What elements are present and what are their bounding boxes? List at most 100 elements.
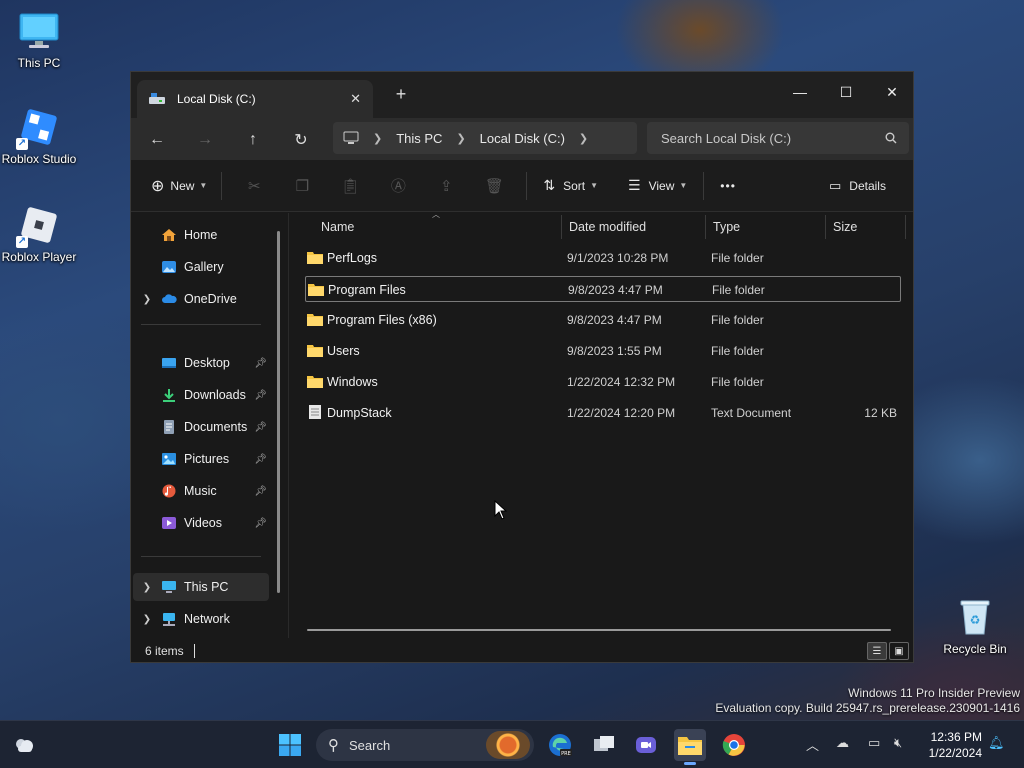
- column-divider[interactable]: [561, 215, 562, 239]
- desktop-icon-roblox-studio[interactable]: ↗ Roblox Studio: [0, 106, 79, 166]
- folder-icon: [307, 252, 323, 264]
- horizontal-scrollbar[interactable]: [307, 629, 891, 631]
- file-type: File folder: [712, 283, 765, 297]
- file-row[interactable]: DumpStack 1/22/2024 12:20 PM Text Docume…: [305, 400, 901, 426]
- column-header-type[interactable]: Type: [713, 213, 740, 241]
- chevron-right-icon[interactable]: ❯: [133, 614, 161, 625]
- sidebar-item-onedrive[interactable]: ❯ OneDrive: [133, 285, 269, 313]
- file-row[interactable]: Program Files 9/8/2023 4:47 PM File fold…: [305, 276, 901, 302]
- close-button[interactable]: ✕: [869, 78, 915, 106]
- column-divider[interactable]: [825, 215, 826, 239]
- back-button[interactable]: ←: [143, 126, 171, 154]
- file-name: Program Files: [328, 283, 406, 297]
- file-name: Program Files (x86): [327, 313, 437, 327]
- sort-button[interactable]: ⇅ Sort ▼: [543, 177, 598, 194]
- breadcrumb-this-pc[interactable]: This PC: [396, 131, 442, 146]
- pin-icon[interactable]: 📌︎: [254, 518, 267, 529]
- column-divider[interactable]: [905, 215, 906, 239]
- new-tab-button[interactable]: +: [389, 84, 413, 105]
- notification-bell-icon[interactable]: 🔔︎: [988, 735, 1005, 751]
- file-list: ︿ Name Date modified Type Size PerfLogs …: [289, 210, 913, 638]
- taskbar-search-label: Search: [349, 737, 391, 753]
- desktop-icon-recycle-bin[interactable]: ♻ Recycle Bin: [935, 596, 1015, 656]
- taskbar-task-view[interactable]: [588, 729, 620, 761]
- maximize-button[interactable]: ☐: [823, 78, 869, 106]
- paste-icon[interactable]: 📋︎: [326, 170, 374, 202]
- divider: [526, 171, 528, 200]
- clock-time: 12:36 PM: [930, 730, 982, 744]
- sidebar-item-documents[interactable]: Documents 📌︎: [133, 413, 269, 441]
- share-icon[interactable]: ⇪: [422, 170, 470, 202]
- file-row[interactable]: Program Files (x86) 9/8/2023 4:47 PM Fil…: [305, 307, 901, 333]
- desktop-icon-this-pc[interactable]: This PC: [0, 10, 79, 70]
- tiles-view-button[interactable]: ▣: [889, 642, 909, 660]
- pin-icon[interactable]: 📌︎: [254, 358, 267, 369]
- search-input[interactable]: Search Local Disk (C:): [647, 122, 909, 154]
- sidebar-item-downloads[interactable]: Downloads 📌︎: [133, 381, 269, 409]
- details-button[interactable]: ▭ Details: [829, 178, 886, 194]
- clock[interactable]: 12:36 PM 1/22/2024: [929, 729, 982, 761]
- view-icon: ☰: [628, 177, 641, 193]
- taskbar-search[interactable]: ⚲ Search: [316, 729, 534, 761]
- tab-close-button[interactable]: ✕: [350, 91, 361, 107]
- copy-icon[interactable]: ❐: [278, 170, 326, 202]
- file-size: 12 KB: [864, 406, 897, 420]
- start-button[interactable]: [274, 729, 306, 761]
- breadcrumb[interactable]: ❯ This PC ❯ Local Disk (C:) ❯: [333, 122, 637, 154]
- minimize-button[interactable]: —: [777, 78, 823, 106]
- more-options-button[interactable]: •••: [720, 179, 736, 193]
- sidebar-item-this-pc[interactable]: ❯ This PC: [133, 573, 269, 601]
- chevron-up-icon[interactable]: ︿: [806, 735, 819, 754]
- file-row[interactable]: PerfLogs 9/1/2023 10:28 PM File folder: [305, 245, 901, 271]
- file-date: 1/22/2024 12:32 PM: [567, 375, 676, 389]
- pin-icon[interactable]: 📌︎: [254, 454, 267, 465]
- column-header-size[interactable]: Size: [833, 213, 857, 241]
- cut-icon[interactable]: ✂: [230, 170, 278, 202]
- delete-icon[interactable]: 🗑︎: [470, 170, 518, 202]
- sidebar-item-music[interactable]: Music 📌︎: [133, 477, 269, 505]
- file-row[interactable]: Windows 1/22/2024 12:32 PM File folder: [305, 369, 901, 395]
- details-view-button[interactable]: ☰: [867, 642, 887, 660]
- file-row[interactable]: Users 9/8/2023 1:55 PM File folder: [305, 338, 901, 364]
- taskbar-edge-dev[interactable]: PRE: [544, 729, 576, 761]
- file-name: PerfLogs: [327, 251, 378, 265]
- new-button[interactable]: ⊕ New ▼: [151, 176, 207, 196]
- desktop-icon-roblox-player[interactable]: ↗ Roblox Player: [0, 204, 79, 264]
- pin-icon[interactable]: 📌︎: [254, 390, 267, 401]
- chevron-right-icon[interactable]: ❯: [133, 582, 161, 593]
- pin-icon[interactable]: 📌︎: [254, 422, 267, 433]
- taskbar-file-explorer[interactable]: [674, 729, 706, 765]
- column-header-name[interactable]: Name: [321, 213, 354, 241]
- pin-icon[interactable]: 📌︎: [254, 486, 267, 497]
- up-button[interactable]: ↑: [239, 126, 267, 154]
- status-divider: [193, 644, 195, 658]
- forward-button[interactable]: →: [191, 126, 219, 154]
- view-button[interactable]: ☰ View ▼: [628, 177, 687, 194]
- tiles-view-icon: ▣: [894, 645, 904, 657]
- volume-muted-icon[interactable]: 🔇︎: [894, 735, 902, 751]
- list-view-icon: ☰: [872, 645, 882, 657]
- sidebar-item-videos[interactable]: Videos 📌︎: [133, 509, 269, 537]
- chevron-right-icon[interactable]: ❯: [579, 132, 588, 145]
- sidebar-item-desktop[interactable]: Desktop 📌︎: [133, 349, 269, 377]
- file-type: File folder: [711, 313, 764, 327]
- network-icon[interactable]: ▭: [868, 735, 880, 751]
- sidebar-item-gallery[interactable]: Gallery: [133, 253, 269, 281]
- chevron-right-icon[interactable]: ❯: [133, 294, 161, 305]
- sidebar-item-network[interactable]: ❯ Network: [133, 605, 269, 633]
- column-divider[interactable]: [705, 215, 706, 239]
- column-header-date[interactable]: Date modified: [569, 213, 646, 241]
- taskbar-teams[interactable]: [630, 729, 662, 761]
- navigation-scrollbar[interactable]: [277, 231, 280, 593]
- title-bar[interactable]: Local Disk (C:) ✕ + — ☐ ✕: [131, 72, 913, 118]
- onedrive-offline-icon[interactable]: ☁: [836, 735, 849, 751]
- breadcrumb-local-disk[interactable]: Local Disk (C:): [480, 131, 565, 146]
- taskbar-chrome[interactable]: [718, 729, 750, 761]
- file-name: Windows: [327, 375, 378, 389]
- refresh-button[interactable]: ↻: [287, 126, 315, 154]
- sidebar-item-home[interactable]: Home: [133, 221, 269, 249]
- widgets-button[interactable]: [8, 729, 40, 761]
- sidebar-item-pictures[interactable]: Pictures 📌︎: [133, 445, 269, 473]
- tab-local-disk[interactable]: Local Disk (C:) ✕: [137, 80, 373, 118]
- rename-icon[interactable]: Ⓐ: [374, 170, 422, 202]
